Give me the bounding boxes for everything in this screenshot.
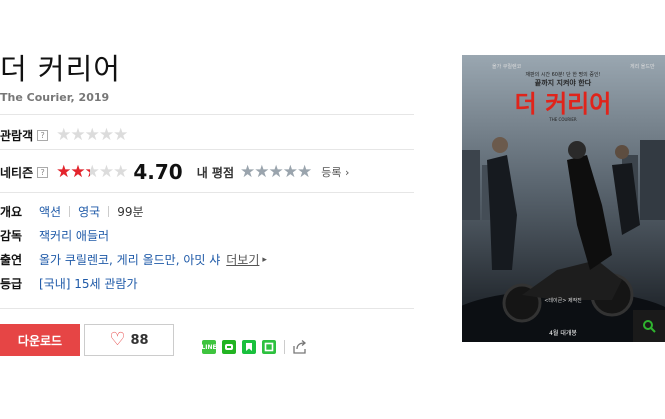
netizen-stars: ★★★★★ ★★★★★ xyxy=(56,163,128,181)
cast-more-link[interactable]: 더보기 xyxy=(226,251,259,268)
search-icon xyxy=(643,320,656,333)
my-rating-stars[interactable]: ★★★★★ xyxy=(240,161,312,182)
zoom-button[interactable] xyxy=(633,310,665,342)
divider xyxy=(0,149,414,150)
audience-rating-row: 관람객 ? ★★★★★ ★★★★★ xyxy=(0,125,128,145)
movie-poster[interactable]: 올가 쿠릴렌코 게리 올드만 재판의 시간 60분! 단 한 명의 증인! 끝까… xyxy=(462,55,665,342)
grade-row: 등급 [국내] 15세 관람가 xyxy=(0,275,138,292)
divider xyxy=(0,192,414,193)
director-link[interactable]: 잭커리 애들러 xyxy=(39,227,109,244)
poster-tagline-1: 재판의 시간 60분! 단 한 명의 증인! xyxy=(525,71,600,78)
divider xyxy=(0,114,414,115)
cast-label: 출연 xyxy=(0,253,23,267)
country-link[interactable]: 영국 xyxy=(78,203,100,220)
download-button[interactable]: 다운로드 xyxy=(0,324,80,356)
poster-bottom-credit: <테이큰> 제작진 xyxy=(544,297,582,304)
director-row: 감독 잭커리 애들러 xyxy=(0,227,109,244)
audience-rating-label: 관람객 xyxy=(0,129,34,143)
like-count: 88 xyxy=(130,332,149,348)
netizen-rating-label: 네티즌 xyxy=(0,165,34,180)
divider xyxy=(108,206,110,217)
poster-credit-left: 올가 쿠릴렌코 xyxy=(492,63,522,70)
movie-title: 더 커리어 xyxy=(0,52,121,86)
heart-icon: ♡ xyxy=(109,329,126,350)
share-icon[interactable] xyxy=(291,339,309,355)
movie-subtitle: The Courier, 2019 xyxy=(0,91,110,104)
poster-title: 더 커리어 xyxy=(515,90,612,118)
chevron-right-icon: › xyxy=(344,166,350,179)
runtime: 99분 xyxy=(117,205,144,219)
stars-empty: ★★★★★ xyxy=(240,161,312,182)
help-icon[interactable]: ? xyxy=(37,130,49,141)
divider xyxy=(284,340,285,354)
netizen-score: 4.70 xyxy=(133,160,183,184)
line-icon[interactable]: LINE xyxy=(201,340,217,354)
divider xyxy=(0,308,414,309)
genre-link[interactable]: 액션 xyxy=(39,203,61,220)
my-rating-label: 내 평점 xyxy=(196,165,234,180)
poster-credit-right: 게리 올드만 xyxy=(630,63,655,70)
cast-links[interactable]: 올가 쿠릴렌코, 게리 올드만, 아밋 샤 xyxy=(39,251,220,268)
grade-link[interactable]: [국내] 15세 관람가 xyxy=(39,275,138,292)
overview-row: 개요 액션 영국 99분 xyxy=(0,203,144,220)
poster-image: 올가 쿠릴렌코 게리 올드만 재판의 시간 60분! 단 한 명의 증인! 끝까… xyxy=(462,55,665,342)
like-button[interactable]: ♡ 88 xyxy=(84,324,174,356)
cafe-icon[interactable] xyxy=(262,340,276,354)
poster-english-title: THE COURIER xyxy=(548,117,577,122)
help-icon[interactable]: ? xyxy=(37,166,49,178)
divider xyxy=(69,206,71,217)
register-rating-link[interactable]: 등록 › xyxy=(321,164,349,180)
cast-row: 출연 올가 쿠릴렌코, 게리 올드만, 아밋 샤 더보기 ▸ xyxy=(0,251,267,268)
caret-right-icon: ▸ xyxy=(262,254,267,265)
stars-filled: ★★★★★ xyxy=(56,163,89,181)
grade-label: 등급 xyxy=(0,277,23,291)
register-label: 등록 xyxy=(321,166,342,179)
poster-tagline-2: 끝까지 지켜야 한다 xyxy=(535,78,592,87)
blog-icon[interactable] xyxy=(242,340,256,354)
director-label: 감독 xyxy=(0,229,23,243)
audience-stars: ★★★★★ ★★★★★ xyxy=(56,125,128,145)
band-icon[interactable] xyxy=(222,340,236,354)
stars-empty: ★★★★★ xyxy=(56,125,128,145)
overview-label: 개요 xyxy=(0,205,23,219)
netizen-rating-row: 네티즌 ? ★★★★★ ★★★★★ 4.70 내 평점 ★★★★★ 등록 › xyxy=(0,160,349,184)
share-bar: LINE xyxy=(201,339,309,355)
poster-release: 4월 대개봉 xyxy=(549,329,577,337)
